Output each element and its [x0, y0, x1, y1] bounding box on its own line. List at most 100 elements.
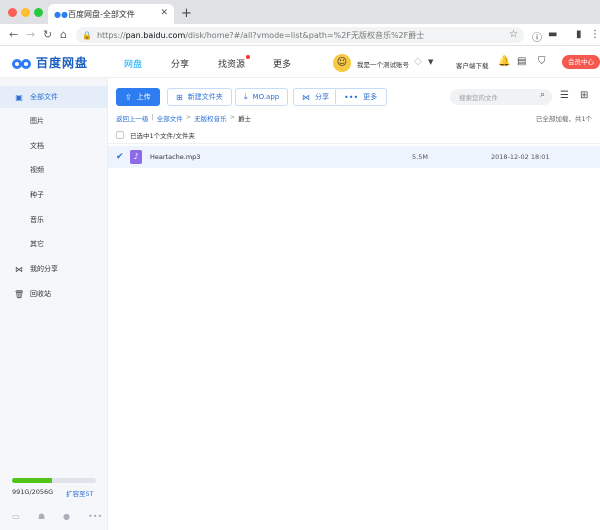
- logo-text: 百度网盘: [36, 56, 89, 70]
- tab-close-icon[interactable]: ✕: [160, 8, 168, 18]
- download-label: MO.app: [252, 93, 280, 101]
- window-close-button[interactable]: [8, 8, 17, 17]
- upload-label: 上传: [136, 93, 151, 101]
- breadcrumb: 返回上一级 | 全部文件 > 无版权音乐 > 爵士: [116, 113, 254, 123]
- reload-icon[interactable]: ↻: [43, 28, 52, 41]
- clipboard-icon[interactable]: ▤: [517, 56, 526, 67]
- storage-quota-bar: [12, 478, 96, 483]
- music-file-icon: ♪: [130, 150, 142, 164]
- sidebar-item-label: 回收站: [30, 290, 51, 298]
- breadcrumb-separator: |: [151, 113, 154, 121]
- back-arrow-icon[interactable]: ←: [9, 28, 18, 41]
- nav-share[interactable]: 分享: [171, 57, 189, 70]
- sort-icon[interactable]: ☰: [560, 90, 569, 101]
- cloud-logo-icon: [12, 56, 32, 70]
- more-dots-icon: •••: [344, 92, 359, 102]
- browser-tab[interactable]: ●● 百度网盘-全部文件 ✕: [48, 4, 174, 24]
- row-checkbox[interactable]: ✔: [116, 153, 124, 162]
- desktop-icon[interactable]: ▭: [12, 512, 20, 521]
- phone-icon[interactable]: ▮: [576, 29, 582, 40]
- sidebar-item-music[interactable]: 音乐: [0, 209, 108, 231]
- vip-center-button[interactable]: 会员中心: [562, 55, 600, 69]
- upload-button[interactable]: ⇪ 上传: [116, 88, 160, 106]
- breadcrumb-back[interactable]: 返回上一级: [116, 113, 149, 123]
- apple-icon[interactable]: ●: [63, 512, 70, 521]
- diamond-icon: ◇: [414, 56, 422, 67]
- search-icon[interactable]: ⌕: [540, 90, 545, 100]
- nav-more[interactable]: 更多: [273, 57, 291, 70]
- expand-storage-link[interactable]: 扩容至5T: [66, 488, 94, 498]
- url-host: pan.baidu.com: [125, 30, 186, 40]
- url-text: https://pan.baidu.com/disk/home?#/all?vm…: [97, 30, 424, 41]
- breadcrumb-all-files[interactable]: 全部文件: [157, 113, 183, 123]
- chevron-down-icon[interactable]: ▼: [428, 58, 433, 66]
- sidebar-item-other[interactable]: 其它: [0, 233, 108, 255]
- android-icon[interactable]: ☗: [38, 512, 45, 521]
- url-path: /disk/home?#/all?vmode=list&path=%2F无版权音…: [185, 30, 425, 40]
- sidebar-item-label: 其它: [30, 240, 44, 248]
- breadcrumb-folder[interactable]: 无版权音乐: [194, 113, 227, 123]
- nav-find-resources[interactable]: 找资源: [218, 55, 251, 70]
- sidebar-item-torrents[interactable]: 种子: [0, 184, 108, 206]
- file-name[interactable]: Heartache.mp3: [150, 153, 410, 161]
- client-download-link[interactable]: 客户端下载: [456, 60, 489, 70]
- info-icon[interactable]: ⓘ: [532, 29, 542, 44]
- grid-view-icon[interactable]: ⊞: [580, 90, 588, 101]
- file-size: 5.5M: [412, 153, 428, 161]
- sidebar-item-label: 文档: [30, 142, 44, 150]
- load-status: 已全部加载，共1个: [535, 115, 592, 123]
- upload-icon: ⇪: [125, 92, 132, 102]
- forward-arrow-icon[interactable]: →: [26, 28, 35, 41]
- sidebar-item-label: 种子: [30, 191, 44, 199]
- new-tab-icon[interactable]: +: [181, 6, 192, 21]
- select-all-checkbox[interactable]: [116, 131, 124, 139]
- avatar[interactable]: ☺: [333, 54, 351, 72]
- sidebar-item-label: 全部文件: [30, 93, 58, 101]
- download-button[interactable]: ⤓ MO.app: [235, 88, 289, 106]
- share-icon: ⋈: [302, 92, 310, 102]
- shirt-icon[interactable]: ⛉: [538, 56, 546, 67]
- url-scheme: https://: [96, 30, 126, 40]
- sidebar-item-label: 我的分享: [30, 265, 58, 273]
- notification-dot: [246, 55, 251, 59]
- bell-icon[interactable]: 🔔: [498, 56, 510, 67]
- share-label: 分享: [315, 93, 329, 101]
- more-button[interactable]: ••• 更多: [335, 88, 387, 106]
- user-name[interactable]: 我是一个测试账号: [357, 59, 409, 69]
- sidebar-item-recycle-bin[interactable]: 🗑 回收站: [0, 283, 108, 305]
- breadcrumb-separator: >: [185, 113, 192, 121]
- list-header: 已选中1个文件/文件夹: [108, 127, 600, 144]
- sidebar-item-videos[interactable]: 视频: [0, 159, 108, 181]
- more-platforms-icon[interactable]: •••: [88, 512, 102, 521]
- app-header: 百度网盘 网盘 分享 找资源 更多 ☺ 我是一个测试账号 ◇ ▼ 客户端下载 🔔…: [0, 46, 600, 78]
- window-minimize-button[interactable]: [21, 8, 30, 17]
- home-icon[interactable]: ⌂: [60, 28, 67, 41]
- storage-quota-text: 991G/2056G: [12, 488, 54, 496]
- sidebar: ▣ 全部文件 图片 文档 视频 种子 音乐 其它 ⋈ 我的分享 🗑 回收站 99…: [0, 78, 108, 530]
- sidebar-item-label: 视频: [30, 166, 44, 174]
- breadcrumb-separator: >: [229, 113, 236, 121]
- more-label: 更多: [363, 93, 378, 101]
- sidebar-item-my-shares[interactable]: ⋈ 我的分享: [0, 258, 108, 280]
- tab-title: 百度网盘-全部文件: [68, 9, 135, 19]
- extension-icon[interactable]: ▬: [548, 29, 557, 40]
- sidebar-item-images[interactable]: 图片: [0, 110, 108, 132]
- share-button[interactable]: ⋈ 分享: [293, 88, 338, 106]
- bookmark-star-icon[interactable]: ☆: [509, 29, 518, 40]
- sidebar-item-documents[interactable]: 文档: [0, 135, 108, 157]
- new-folder-button[interactable]: ⊞ 新建文件夹: [167, 88, 232, 106]
- search-input[interactable]: 搜索您的文件 ⌕: [450, 89, 552, 105]
- trash-icon: 🗑: [14, 289, 25, 299]
- share-icon: ⋈: [15, 264, 23, 274]
- sidebar-item-label: 音乐: [30, 216, 44, 224]
- sidebar-item-all-files[interactable]: ▣ 全部文件: [0, 86, 108, 108]
- nav-netdisk[interactable]: 网盘: [124, 57, 142, 70]
- browser-toolbar: ← → ↻ ⌂ 🔒 https://pan.baidu.com/disk/hom…: [0, 24, 600, 46]
- table-row[interactable]: ✔ ♪ Heartache.mp3 5.5M 2018-12-02 18:01: [108, 146, 600, 168]
- window-maximize-button[interactable]: [34, 8, 43, 17]
- browser-tab-bar: ●● 百度网盘-全部文件 ✕ +: [0, 0, 600, 24]
- address-bar[interactable]: 🔒 https://pan.baidu.com/disk/home?#/all?…: [76, 27, 524, 43]
- nav-find-resources-label: 找资源: [218, 60, 246, 70]
- menu-dots-icon[interactable]: ⋮: [590, 29, 600, 40]
- baidu-pan-logo[interactable]: 百度网盘: [12, 54, 88, 71]
